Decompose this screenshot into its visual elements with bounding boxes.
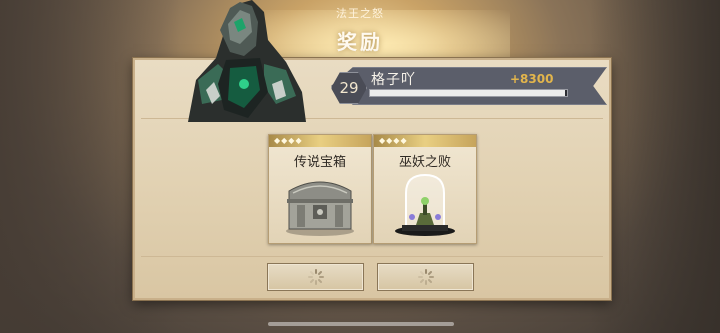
reward-card-legendary-chest[interactable]: ◆◆◆◆ 传说宝箱 (268, 134, 372, 244)
panel-divider-bottom (141, 256, 603, 257)
reward-button-1[interactable] (267, 263, 364, 291)
reward-card-lich-defeat[interactable]: ◆◆◆◆ 巫妖之败 (373, 134, 477, 244)
reward-name: 传说宝箱 (293, 155, 346, 170)
reward-name: 巫妖之败 (398, 155, 451, 170)
player-name: 格子吖 (371, 72, 416, 88)
loading-spinner-icon (308, 269, 324, 285)
page-title: 奖励 (337, 30, 383, 54)
rarity-pips: ◆◆◆◆ (379, 136, 408, 145)
rarity-pips: ◆◆◆◆ (274, 136, 303, 145)
experience-bar-fill (370, 90, 566, 96)
experience-bar (369, 89, 568, 97)
bell-jar-icon (395, 173, 455, 236)
card-header: ◆◆◆◆ (269, 135, 371, 147)
loading-spinner-icon (418, 269, 434, 285)
home-indicator[interactable] (268, 322, 454, 326)
reward-button-2[interactable] (377, 263, 474, 291)
experience-gain: +8300 (510, 72, 554, 86)
hero-portrait (188, 0, 306, 122)
treasure-chest-icon (286, 181, 354, 236)
dungeon-name: 法王之怒 (336, 7, 384, 20)
card-header: ◆◆◆◆ (374, 135, 476, 147)
